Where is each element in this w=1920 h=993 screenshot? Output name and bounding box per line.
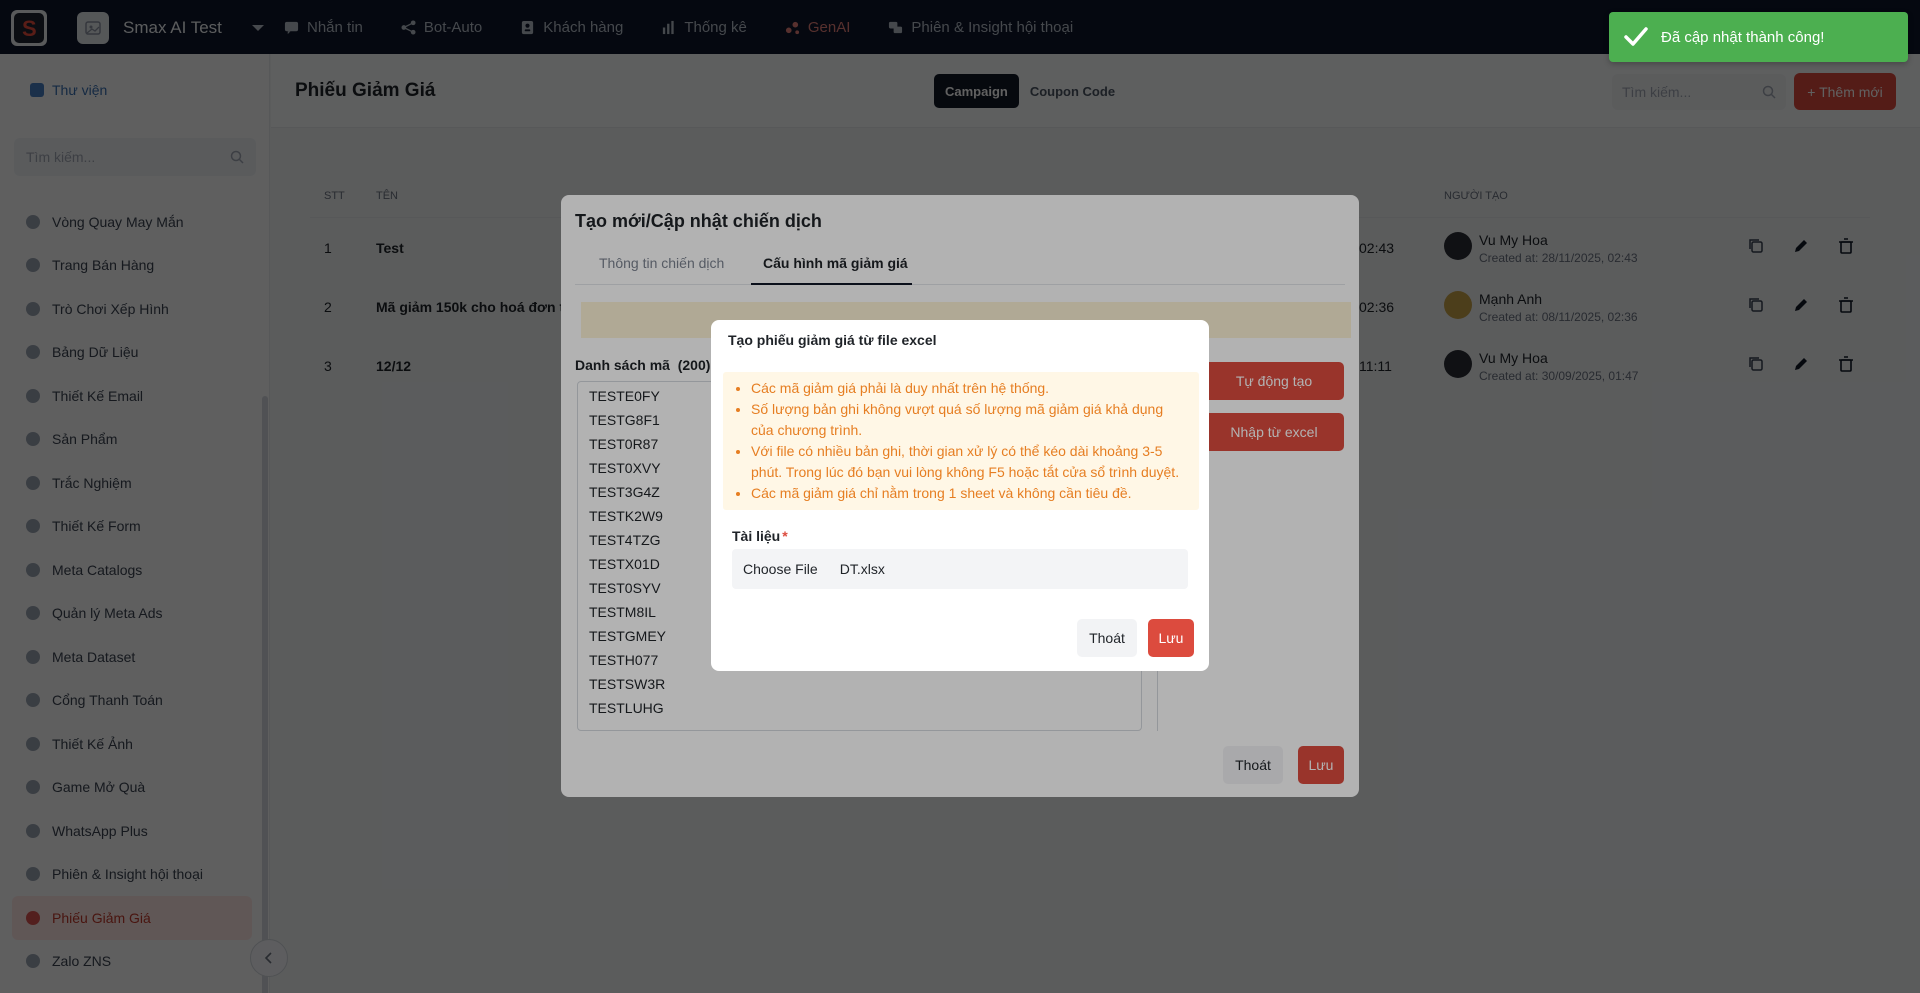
success-toast[interactable]: Đã cập nhật thành công! <box>1609 12 1908 62</box>
toast-message: Đã cập nhật thành công! <box>1661 28 1825 46</box>
document-label-text: Tài liệu <box>732 528 781 544</box>
checkmark-icon <box>1624 27 1648 46</box>
choose-file-button[interactable]: Choose File <box>743 555 818 583</box>
note-item: Với file có nhiều bản ghi, thời gian xử … <box>751 441 1189 483</box>
excel-modal-title: Tạo phiếu giảm giá từ file excel <box>728 332 937 348</box>
note-item: Số lượng bản ghi không vượt quá số lượng… <box>751 399 1189 441</box>
note-item: Các mã giảm giá phải là duy nhất trên hệ… <box>751 378 1189 399</box>
selected-file-name: DT.xlsx <box>839 561 885 577</box>
file-input[interactable]: Choose File DT.xlsx <box>732 549 1188 589</box>
excel-import-modal: Tạo phiếu giảm giá từ file excel Các mã … <box>711 320 1209 671</box>
required-mark: * <box>782 528 788 544</box>
document-label: Tài liệu * <box>732 528 788 544</box>
note-item: Các mã giảm giá chỉ nằm trong 1 sheet và… <box>751 483 1189 504</box>
excel-cancel-button[interactable]: Thoát <box>1077 619 1137 657</box>
import-notes: Các mã giảm giá phải là duy nhất trên hệ… <box>723 372 1199 510</box>
excel-save-button[interactable]: Lưu <box>1148 619 1194 657</box>
